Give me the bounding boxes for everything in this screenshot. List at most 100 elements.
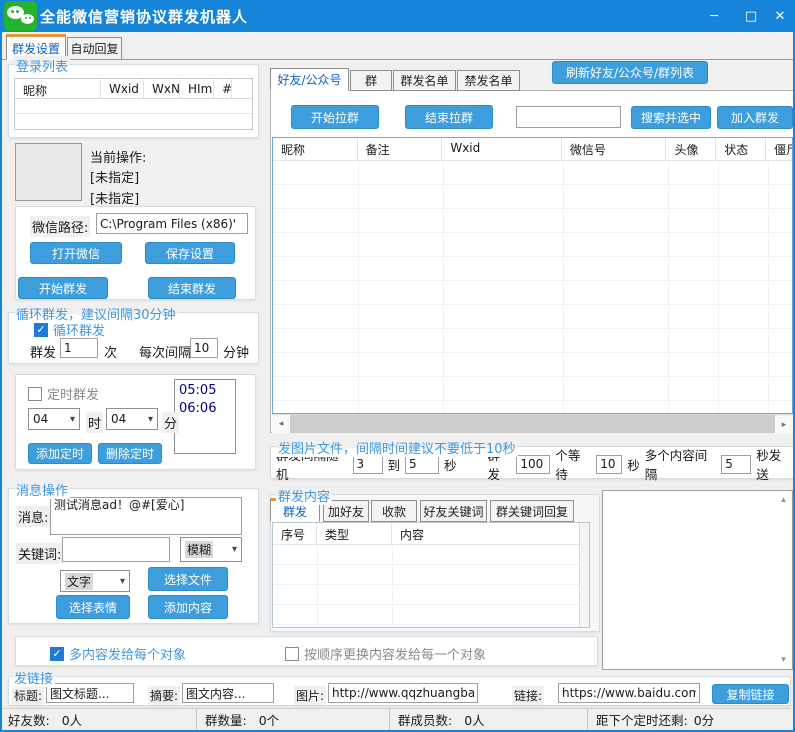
current-op-line2: [未指定] (90, 192, 140, 207)
keyword-input[interactable] (62, 537, 170, 562)
col-avatar[interactable]: 头像 (666, 138, 717, 160)
scroll-left-icon[interactable]: ◂ (272, 415, 290, 433)
column-divider (317, 545, 318, 627)
message-label: 消息: (16, 506, 51, 527)
send-content-rows[interactable] (273, 545, 579, 627)
open-wechat-button[interactable]: 打开微信 (30, 242, 122, 264)
add-timer-button[interactable]: 添加定时 (28, 443, 92, 464)
content-col-type[interactable]: 类型 (317, 523, 392, 544)
copy-link-button[interactable]: 复制链接 (712, 684, 789, 704)
tab-groups[interactable]: 群 (350, 70, 392, 91)
scroll-up-icon[interactable]: ▴ (777, 493, 790, 507)
add-content-button[interactable]: 添加内容 (148, 595, 228, 619)
start-send-button[interactable]: 开始群发 (18, 277, 108, 299)
column-divider (668, 161, 669, 413)
send-interval-title: 发图片文件，间隔时间建议不要低于10秒 (276, 438, 518, 457)
content-col-index[interactable]: 序号 (273, 523, 317, 544)
friends-table-rows[interactable] (273, 161, 792, 413)
col-nick[interactable]: 昵称 (273, 138, 358, 160)
send-content-table[interactable]: 序号 类型 内容 (272, 522, 590, 628)
col-wxno[interactable]: 微信号 (562, 138, 667, 160)
interval-max-input[interactable] (405, 454, 440, 474)
friend-search-input[interactable] (516, 106, 621, 128)
end-send-button[interactable]: 结束群发 (148, 277, 236, 299)
select-emoji-button[interactable]: 选择表情 (56, 595, 130, 619)
link-image-input[interactable] (328, 683, 478, 703)
tab-send-list[interactable]: 群发名单 (393, 70, 456, 91)
delete-timer-button[interactable]: 删除定时 (98, 443, 162, 464)
send-times-input[interactable] (60, 338, 98, 358)
add-to-send-button[interactable]: 加入群发 (717, 106, 793, 129)
chevron-down-icon: ▾ (147, 413, 153, 425)
sequence-content-checkbox[interactable]: 按顺序更换内容发给每一个对象 (285, 644, 486, 663)
tab-ban-list[interactable]: 禁发名单 (457, 70, 520, 91)
interval-l2: 到 (387, 457, 401, 473)
app-window: 全能微信营销协议群发机器人 ─ □ ✕ 群发设置 自动回复 登录列表 昵称 Wx… (0, 0, 795, 732)
search-select-button[interactable]: 搜索并选中 (631, 106, 711, 129)
minimize-button[interactable]: ─ (700, 4, 728, 28)
login-col-hash[interactable]: # (214, 79, 232, 98)
tab-content-friend-keyword[interactable]: 好友关键词 (420, 500, 487, 522)
login-col-wxno[interactable]: WxNo (144, 79, 180, 98)
vertical-scrollbar[interactable] (579, 523, 589, 627)
link-summary-input[interactable] (182, 683, 274, 703)
content-col-content[interactable]: 内容 (392, 523, 579, 544)
refresh-list-button[interactable]: 刷新好友/公众号/群列表 (552, 61, 708, 84)
timer-list-item[interactable]: 06:06 (179, 400, 231, 418)
wait-seconds-input[interactable] (596, 454, 623, 474)
status-groups-value: 0个 (258, 713, 280, 728)
status-groups-label: 群数量: (205, 713, 247, 728)
start-pull-group-button[interactable]: 开始拉群 (291, 105, 379, 129)
scrollbar-thumb[interactable] (290, 415, 775, 433)
end-pull-group-button[interactable]: 结束拉群 (405, 105, 493, 129)
col-zombie[interactable]: 僵尸 (766, 138, 792, 160)
interval-unit: 分钟 (223, 346, 250, 361)
friends-table[interactable]: 昵称 备注 Wxid 微信号 头像 状态 僵尸 (272, 137, 793, 414)
login-col-himg[interactable]: HImg (180, 79, 214, 98)
save-settings-button[interactable]: 保存设置 (145, 242, 235, 264)
col-wxid[interactable]: Wxid (442, 138, 562, 160)
interval-l5: 个等待 (555, 448, 581, 482)
close-button[interactable]: ✕ (766, 4, 793, 28)
select-file-button[interactable]: 选择文件 (148, 567, 228, 591)
batch-count-input[interactable] (516, 454, 551, 474)
maximize-button[interactable]: □ (737, 4, 765, 28)
tab-friends[interactable]: 好友/公众号 (270, 68, 349, 91)
multi-content-checkbox[interactable]: ✓ 多内容发给每个对象 (50, 644, 186, 663)
timer-send-checkbox[interactable]: 定时群发 (28, 384, 99, 403)
link-title-input[interactable] (46, 683, 134, 703)
send-times-unit: 次 (104, 346, 118, 361)
scroll-down-icon[interactable]: ▾ (777, 653, 790, 667)
login-col-wxid[interactable]: Wxid (101, 79, 144, 98)
wechat-path-input[interactable] (96, 213, 248, 234)
scroll-right-icon[interactable]: ▸ (775, 416, 793, 434)
interval-input[interactable] (190, 338, 218, 358)
interval-min-input[interactable] (352, 454, 383, 474)
timer-list-item[interactable]: 05:05 (179, 382, 231, 400)
link-url-label: 链接: (512, 686, 545, 705)
multi-content-interval-input[interactable] (721, 454, 752, 474)
col-remark[interactable]: 备注 (358, 138, 443, 160)
tab-auto-reply[interactable]: 自动回复 (67, 37, 122, 60)
reply-content-textarea[interactable]: ▴ ▾ (602, 490, 793, 670)
tab-content-payment[interactable]: 收款 (371, 500, 417, 522)
col-status[interactable]: 状态 (716, 138, 767, 160)
timer-listbox[interactable]: 05:05 06:06 (174, 379, 236, 454)
login-col-nick[interactable]: 昵称 (15, 79, 101, 98)
title-bar: 全能微信营销协议群发机器人 ─ □ ✕ (2, 0, 793, 32)
minute-select[interactable]: 04 ▾ (106, 408, 158, 430)
match-mode-select[interactable]: 模糊 ▾ (180, 537, 242, 562)
column-divider (443, 161, 444, 413)
hour-select[interactable]: 04 ▾ (28, 408, 80, 430)
loop-send-title: 循环群发，建议间隔30分钟 (14, 304, 178, 323)
login-table[interactable]: 昵称 Wxid WxNo HImg # (14, 78, 253, 130)
horizontal-scrollbar[interactable]: ◂ ▸ (272, 414, 793, 434)
link-url-input[interactable] (558, 683, 700, 703)
status-groups: 群数量: 0个 (197, 709, 390, 730)
hour-unit-label: 时 (86, 412, 104, 433)
status-bar: 好友数: 0人 群数量: 0个 群成员数: 0人 距下个定时还剩: 0分 (2, 708, 791, 730)
message-textarea[interactable]: 测试消息ad！@#[爱心] (50, 497, 242, 535)
tab-content-group-keyword[interactable]: 群关键词回复 (490, 500, 574, 522)
content-type-select[interactable]: 文字 ▾ (60, 570, 130, 592)
status-members: 群成员数: 0人 (390, 709, 588, 730)
